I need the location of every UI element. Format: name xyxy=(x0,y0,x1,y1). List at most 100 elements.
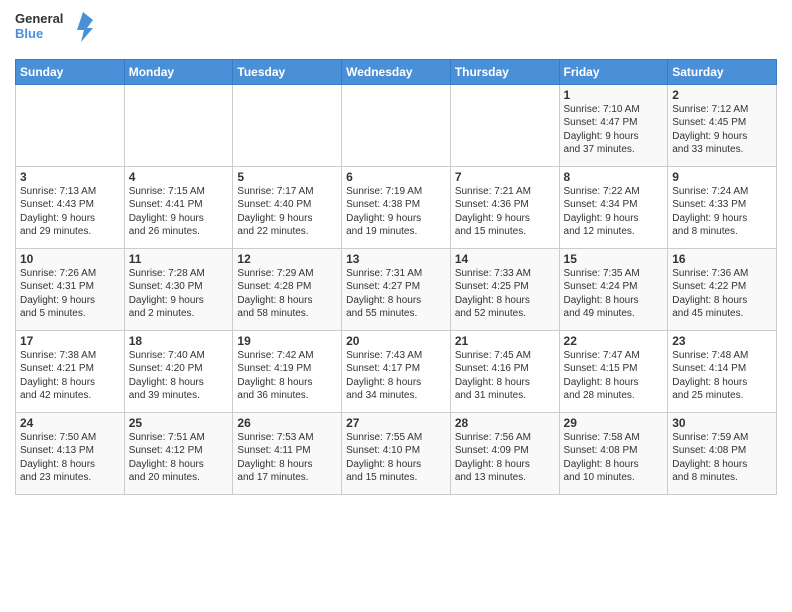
day-info: Sunrise: 7:24 AM Sunset: 4:33 PM Dayligh… xyxy=(672,185,772,239)
calendar-cell: 10Sunrise: 7:26 AM Sunset: 4:31 PM Dayli… xyxy=(16,248,125,330)
calendar-cell: 20Sunrise: 7:43 AM Sunset: 4:17 PM Dayli… xyxy=(342,330,451,412)
day-info: Sunrise: 7:55 AM Sunset: 4:10 PM Dayligh… xyxy=(346,431,446,485)
calendar-cell: 18Sunrise: 7:40 AM Sunset: 4:20 PM Dayli… xyxy=(124,330,233,412)
day-info: Sunrise: 7:59 AM Sunset: 4:08 PM Dayligh… xyxy=(672,431,772,485)
day-info: Sunrise: 7:42 AM Sunset: 4:19 PM Dayligh… xyxy=(237,349,337,403)
calendar-cell: 12Sunrise: 7:29 AM Sunset: 4:28 PM Dayli… xyxy=(233,248,342,330)
day-info: Sunrise: 7:33 AM Sunset: 4:25 PM Dayligh… xyxy=(455,267,555,321)
day-number: 16 xyxy=(672,252,772,266)
day-info: Sunrise: 7:53 AM Sunset: 4:11 PM Dayligh… xyxy=(237,431,337,485)
svg-text:General: General xyxy=(15,11,63,26)
day-info: Sunrise: 7:56 AM Sunset: 4:09 PM Dayligh… xyxy=(455,431,555,485)
day-info: Sunrise: 7:15 AM Sunset: 4:41 PM Dayligh… xyxy=(129,185,229,239)
calendar-cell: 3Sunrise: 7:13 AM Sunset: 4:43 PM Daylig… xyxy=(16,166,125,248)
day-info: Sunrise: 7:45 AM Sunset: 4:16 PM Dayligh… xyxy=(455,349,555,403)
calendar-cell: 22Sunrise: 7:47 AM Sunset: 4:15 PM Dayli… xyxy=(559,330,668,412)
calendar-cell xyxy=(16,84,125,166)
calendar-cell: 14Sunrise: 7:33 AM Sunset: 4:25 PM Dayli… xyxy=(450,248,559,330)
calendar-cell: 19Sunrise: 7:42 AM Sunset: 4:19 PM Dayli… xyxy=(233,330,342,412)
day-info: Sunrise: 7:26 AM Sunset: 4:31 PM Dayligh… xyxy=(20,267,120,321)
day-number: 12 xyxy=(237,252,337,266)
day-number: 1 xyxy=(564,88,664,102)
day-number: 26 xyxy=(237,416,337,430)
calendar-cell: 17Sunrise: 7:38 AM Sunset: 4:21 PM Dayli… xyxy=(16,330,125,412)
day-number: 29 xyxy=(564,416,664,430)
calendar-cell: 16Sunrise: 7:36 AM Sunset: 4:22 PM Dayli… xyxy=(668,248,777,330)
day-number: 9 xyxy=(672,170,772,184)
calendar-cell: 8Sunrise: 7:22 AM Sunset: 4:34 PM Daylig… xyxy=(559,166,668,248)
calendar-cell: 23Sunrise: 7:48 AM Sunset: 4:14 PM Dayli… xyxy=(668,330,777,412)
calendar-table: SundayMondayTuesdayWednesdayThursdayFrid… xyxy=(15,59,777,495)
day-info: Sunrise: 7:22 AM Sunset: 4:34 PM Dayligh… xyxy=(564,185,664,239)
calendar-cell: 5Sunrise: 7:17 AM Sunset: 4:40 PM Daylig… xyxy=(233,166,342,248)
day-info: Sunrise: 7:10 AM Sunset: 4:47 PM Dayligh… xyxy=(564,103,664,157)
calendar-cell: 30Sunrise: 7:59 AM Sunset: 4:08 PM Dayli… xyxy=(668,412,777,494)
day-info: Sunrise: 7:47 AM Sunset: 4:15 PM Dayligh… xyxy=(564,349,664,403)
day-number: 23 xyxy=(672,334,772,348)
header: General Blue xyxy=(15,10,777,51)
week-row-3: 10Sunrise: 7:26 AM Sunset: 4:31 PM Dayli… xyxy=(16,248,777,330)
calendar-cell: 2Sunrise: 7:12 AM Sunset: 4:45 PM Daylig… xyxy=(668,84,777,166)
calendar-cell: 9Sunrise: 7:24 AM Sunset: 4:33 PM Daylig… xyxy=(668,166,777,248)
calendar-cell: 29Sunrise: 7:58 AM Sunset: 4:08 PM Dayli… xyxy=(559,412,668,494)
weekday-header-monday: Monday xyxy=(124,59,233,84)
logo-text: General Blue xyxy=(15,10,95,51)
weekday-header-saturday: Saturday xyxy=(668,59,777,84)
week-row-5: 24Sunrise: 7:50 AM Sunset: 4:13 PM Dayli… xyxy=(16,412,777,494)
day-info: Sunrise: 7:12 AM Sunset: 4:45 PM Dayligh… xyxy=(672,103,772,157)
day-info: Sunrise: 7:17 AM Sunset: 4:40 PM Dayligh… xyxy=(237,185,337,239)
day-number: 27 xyxy=(346,416,446,430)
day-number: 7 xyxy=(455,170,555,184)
calendar-cell: 15Sunrise: 7:35 AM Sunset: 4:24 PM Dayli… xyxy=(559,248,668,330)
calendar-cell: 28Sunrise: 7:56 AM Sunset: 4:09 PM Dayli… xyxy=(450,412,559,494)
svg-text:Blue: Blue xyxy=(15,26,43,41)
day-info: Sunrise: 7:58 AM Sunset: 4:08 PM Dayligh… xyxy=(564,431,664,485)
day-number: 8 xyxy=(564,170,664,184)
day-number: 28 xyxy=(455,416,555,430)
calendar-cell: 4Sunrise: 7:15 AM Sunset: 4:41 PM Daylig… xyxy=(124,166,233,248)
day-info: Sunrise: 7:40 AM Sunset: 4:20 PM Dayligh… xyxy=(129,349,229,403)
day-info: Sunrise: 7:35 AM Sunset: 4:24 PM Dayligh… xyxy=(564,267,664,321)
weekday-header-tuesday: Tuesday xyxy=(233,59,342,84)
logo-svg: General Blue xyxy=(15,10,95,46)
day-info: Sunrise: 7:28 AM Sunset: 4:30 PM Dayligh… xyxy=(129,267,229,321)
weekday-header-friday: Friday xyxy=(559,59,668,84)
day-number: 10 xyxy=(20,252,120,266)
calendar-cell: 13Sunrise: 7:31 AM Sunset: 4:27 PM Dayli… xyxy=(342,248,451,330)
weekday-header-thursday: Thursday xyxy=(450,59,559,84)
day-info: Sunrise: 7:38 AM Sunset: 4:21 PM Dayligh… xyxy=(20,349,120,403)
day-info: Sunrise: 7:29 AM Sunset: 4:28 PM Dayligh… xyxy=(237,267,337,321)
day-info: Sunrise: 7:50 AM Sunset: 4:13 PM Dayligh… xyxy=(20,431,120,485)
weekday-header-row: SundayMondayTuesdayWednesdayThursdayFrid… xyxy=(16,59,777,84)
calendar-cell xyxy=(342,84,451,166)
day-number: 13 xyxy=(346,252,446,266)
day-number: 5 xyxy=(237,170,337,184)
day-number: 4 xyxy=(129,170,229,184)
day-info: Sunrise: 7:36 AM Sunset: 4:22 PM Dayligh… xyxy=(672,267,772,321)
day-number: 21 xyxy=(455,334,555,348)
day-number: 25 xyxy=(129,416,229,430)
day-number: 2 xyxy=(672,88,772,102)
day-number: 15 xyxy=(564,252,664,266)
week-row-4: 17Sunrise: 7:38 AM Sunset: 4:21 PM Dayli… xyxy=(16,330,777,412)
page-container: General Blue SundayMondayTuesdayWednesda… xyxy=(0,0,792,500)
day-number: 30 xyxy=(672,416,772,430)
day-info: Sunrise: 7:48 AM Sunset: 4:14 PM Dayligh… xyxy=(672,349,772,403)
day-info: Sunrise: 7:13 AM Sunset: 4:43 PM Dayligh… xyxy=(20,185,120,239)
day-number: 11 xyxy=(129,252,229,266)
week-row-1: 1Sunrise: 7:10 AM Sunset: 4:47 PM Daylig… xyxy=(16,84,777,166)
calendar-cell: 25Sunrise: 7:51 AM Sunset: 4:12 PM Dayli… xyxy=(124,412,233,494)
day-info: Sunrise: 7:19 AM Sunset: 4:38 PM Dayligh… xyxy=(346,185,446,239)
day-number: 6 xyxy=(346,170,446,184)
weekday-header-sunday: Sunday xyxy=(16,59,125,84)
day-number: 3 xyxy=(20,170,120,184)
calendar-cell xyxy=(450,84,559,166)
calendar-cell: 1Sunrise: 7:10 AM Sunset: 4:47 PM Daylig… xyxy=(559,84,668,166)
calendar-cell: 7Sunrise: 7:21 AM Sunset: 4:36 PM Daylig… xyxy=(450,166,559,248)
day-number: 18 xyxy=(129,334,229,348)
calendar-cell xyxy=(233,84,342,166)
day-info: Sunrise: 7:21 AM Sunset: 4:36 PM Dayligh… xyxy=(455,185,555,239)
calendar-cell: 24Sunrise: 7:50 AM Sunset: 4:13 PM Dayli… xyxy=(16,412,125,494)
week-row-2: 3Sunrise: 7:13 AM Sunset: 4:43 PM Daylig… xyxy=(16,166,777,248)
calendar-cell: 27Sunrise: 7:55 AM Sunset: 4:10 PM Dayli… xyxy=(342,412,451,494)
